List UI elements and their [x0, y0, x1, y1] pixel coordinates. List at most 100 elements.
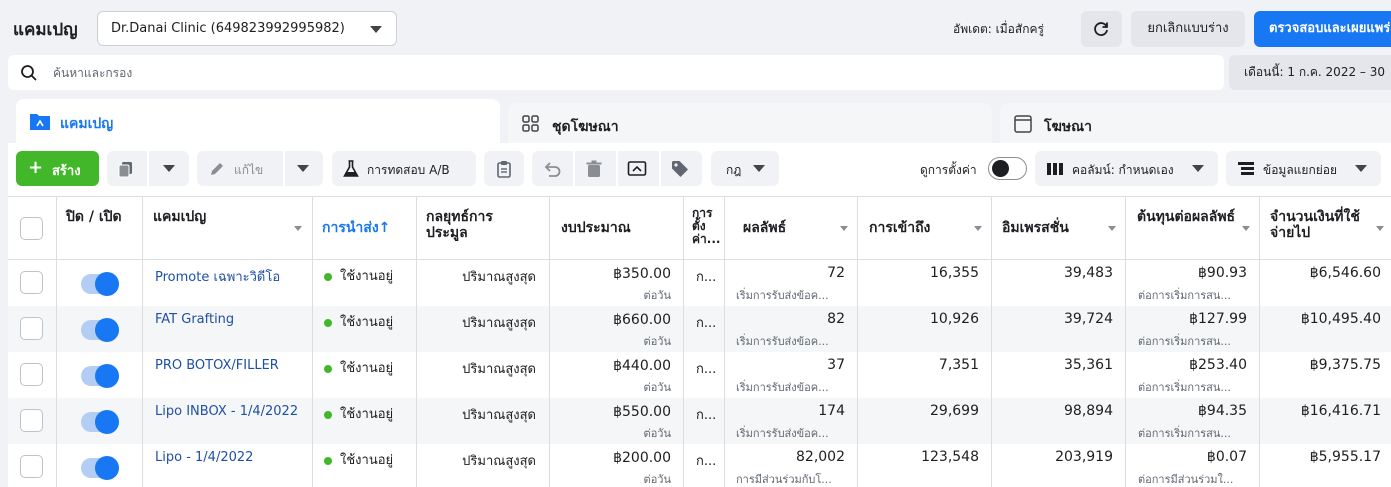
tag-icon[interactable] [671, 160, 689, 178]
delivery-status: ใช้งานอยู่ [340, 407, 394, 422]
amount-spent-value: ฿9,375.75 [1309, 357, 1381, 373]
header-amount-spent[interactable]: จำนวนเงินที่ใช้จ่ายไป [1270, 209, 1380, 241]
tab-label: ชุดโฆษณา [552, 119, 619, 135]
view-settings-label: ดูการตั้งค่า [920, 163, 977, 177]
date-range-button[interactable]: เดือนนี้: 1 ก.ค. 2022 – 30 [1229, 55, 1391, 90]
pencil-icon [211, 163, 223, 175]
table-row[interactable]: Lipo - 1/4/2022 ใช้งานอยู่ ปริมาณสูงสุด ฿20… [8, 444, 1391, 487]
chevron-down-icon[interactable] [297, 165, 309, 172]
undo-icon[interactable] [542, 160, 562, 178]
column-divider [312, 196, 313, 487]
budget-period: ต่อวัน [643, 473, 671, 486]
header-results[interactable]: ผลลัพธ์ [743, 220, 786, 236]
clipboard-button[interactable] [484, 151, 524, 186]
row-checkbox[interactable] [20, 271, 43, 294]
header-budget[interactable]: งบประมาณ [561, 220, 631, 236]
select-all-checkbox[interactable] [20, 217, 43, 240]
attribution-value: ก... [696, 362, 717, 377]
column-divider [416, 196, 417, 487]
row-checkbox[interactable] [20, 317, 43, 340]
cost-per-result-type: ต่อการมีส่วนร่วมใ... [1138, 473, 1234, 486]
header-bid-strategy[interactable]: กลยุทธ์การประมูล [426, 209, 526, 241]
budget-period: ต่อวัน [643, 289, 671, 302]
campaign-name-link[interactable]: Promote เฉพาะวิดีโอ [155, 266, 307, 287]
breakdown-button[interactable]: ข้อมูลแยกย่อย [1226, 151, 1381, 186]
header-attribution[interactable]: การตั้งค่า... [692, 207, 722, 246]
edit-label: แก้ไข [234, 163, 264, 177]
trash-icon[interactable] [585, 160, 603, 178]
clipboard-icon [497, 161, 511, 178]
chevron-down-icon[interactable] [840, 226, 848, 231]
header-delivery[interactable]: การนำส่ง↑ [322, 220, 390, 236]
review-publish-button[interactable]: ตรวจสอบและเผยแพร่ [1254, 11, 1391, 47]
campaign-name-link[interactable]: PRO BOTOX/FILLER [155, 358, 307, 373]
cost-per-result-value: ฿94.35 [1198, 403, 1247, 419]
flask-icon [343, 160, 359, 177]
row-checkbox[interactable] [20, 455, 43, 478]
attribution-value: ก... [696, 408, 717, 423]
chevron-down-icon[interactable] [1376, 226, 1384, 231]
columns-button[interactable]: คอลัมน์: กำหนดเอง [1035, 151, 1218, 186]
discard-drafts-button[interactable]: ยกเลิกแบบร่าง [1131, 11, 1245, 47]
campaign-toggle[interactable] [81, 272, 119, 296]
create-label: สร้าง [52, 164, 81, 179]
create-button[interactable]: + สร้าง [16, 151, 99, 186]
chevron-down-icon[interactable] [1108, 226, 1116, 231]
duplicate-button[interactable] [107, 151, 189, 186]
row-checkbox[interactable] [20, 363, 43, 386]
export-icon[interactable] [627, 160, 647, 178]
tab-label: แคมเปญ [60, 116, 114, 132]
results-type: เริ่มการรับส่งข้อค... [736, 289, 829, 302]
breakdown-icon [1238, 162, 1254, 175]
table-row[interactable]: PRO BOTOX/FILLER ใช้งานอยู่ ปริมาณสูงสุด ฿4… [8, 352, 1391, 398]
attribution-value: ก... [696, 270, 717, 285]
status-dot [324, 457, 332, 465]
table-row[interactable]: FAT Grafting ใช้งานอยู่ ปริมาณสูงสุด ฿660.0… [8, 306, 1391, 352]
chevron-down-icon[interactable] [294, 226, 302, 231]
table-row[interactable]: Promote เฉพาะวิดีโอ ใช้งานอยู่ ปริมาณสูงสุ… [8, 260, 1391, 306]
ab-test-button[interactable]: การทดสอบ A/B [332, 151, 476, 186]
attribution-value: ก... [696, 316, 717, 331]
chevron-down-icon [753, 165, 765, 172]
refresh-button[interactable] [1081, 11, 1122, 47]
reach-value: 29,699 [930, 403, 979, 419]
chevron-down-icon[interactable] [974, 226, 982, 231]
header-campaign[interactable]: แคมเปญ [153, 209, 206, 225]
rules-button[interactable]: กฎ [711, 151, 779, 186]
table-header: ปิด / เปิด แคมเปญ การนำส่ง↑ กลยุทธ์การปร… [8, 196, 1391, 260]
tab-adsets[interactable]: ชุดโฆษณา [508, 103, 992, 147]
search-input[interactable] [53, 61, 1153, 85]
header-reach[interactable]: การเข้าถึง [869, 220, 930, 236]
edit-button[interactable]: แก้ไข [197, 151, 323, 186]
sort-up-icon: ↑ [378, 220, 391, 236]
cost-per-result-type: ต่อการเริ่มการสน... [1138, 289, 1231, 302]
bid-strategy: ปริมาณสูงสุด [462, 454, 536, 469]
table-row[interactable]: Lipo INBOX - 1/4/2022 ใช้งานอยู่ ปริมาณสูง… [8, 398, 1391, 444]
tab-campaigns[interactable]: แคมเปญ [16, 99, 500, 147]
chevron-down-icon[interactable] [1242, 226, 1250, 231]
budget-value: ฿200.00 [613, 450, 671, 466]
divider [573, 151, 575, 186]
row-checkbox[interactable] [20, 409, 43, 432]
divider [659, 151, 661, 186]
update-status: อัพเดต: เมื่อสักครู่ [953, 22, 1044, 36]
bid-strategy: ปริมาณสูงสุด [462, 362, 536, 377]
campaign-name-link[interactable]: FAT Grafting [155, 312, 307, 327]
campaign-name-link[interactable]: Lipo - 1/4/2022 [155, 450, 307, 465]
campaign-toggle[interactable] [81, 456, 119, 480]
account-select[interactable]: Dr.Danai Clinic (649823992995982) [97, 11, 397, 46]
campaign-toggle[interactable] [81, 364, 119, 388]
search-bar[interactable] [8, 55, 1224, 90]
header-impressions[interactable]: อิมเพรสชั่น [1002, 220, 1069, 236]
header-toggle[interactable]: ปิด / เปิด [66, 209, 126, 225]
header-cost-per-result[interactable]: ต้นทุนต่อผลลัพธ์ [1137, 209, 1237, 225]
column-divider [991, 196, 992, 487]
status-dot [324, 365, 332, 373]
view-settings-toggle[interactable] [988, 157, 1027, 180]
tab-ads[interactable]: โฆษณา [1000, 103, 1391, 147]
chevron-down-icon[interactable] [163, 165, 175, 172]
campaign-name-link[interactable]: Lipo INBOX - 1/4/2022 [155, 404, 307, 419]
campaign-toggle[interactable] [81, 318, 119, 342]
campaign-toggle[interactable] [81, 410, 119, 434]
amount-spent-value: ฿10,495.40 [1300, 311, 1381, 327]
